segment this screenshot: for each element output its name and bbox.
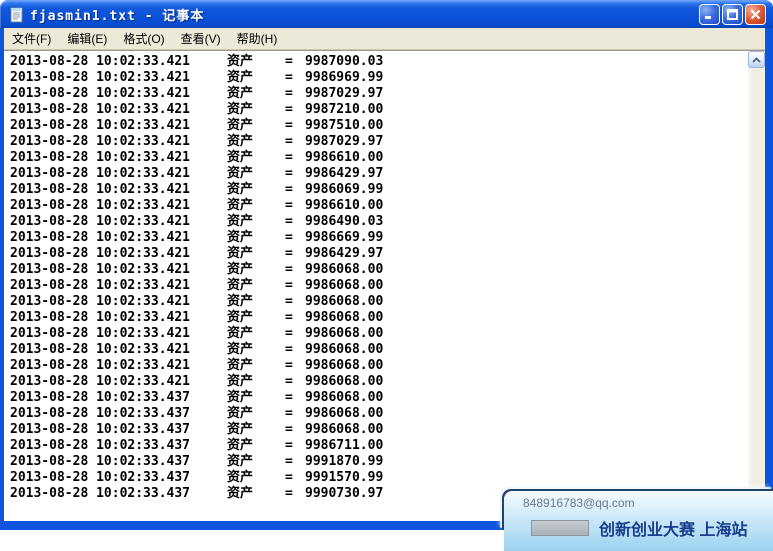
log-line: 2013-08-28 10:02:33.421 资产 = 9986669.99 xyxy=(10,230,384,245)
log-line: 2013-08-28 10:02:33.421 资产 = 9986068.00 xyxy=(10,342,384,357)
close-button[interactable] xyxy=(745,3,766,25)
notification-popup-inner: 848916783@qq.com 创新创业大赛 上海站 xyxy=(504,491,773,551)
title-bar[interactable]: fjasmin1.txt - 记事本 xyxy=(0,0,773,28)
log-line: 2013-08-28 10:02:33.421 资产 = 9987029.97 xyxy=(10,86,384,101)
log-line: 2013-08-28 10:02:33.421 资产 = 9986068.00 xyxy=(10,278,384,293)
log-line: 2013-08-28 10:02:33.421 资产 = 9987210.00 xyxy=(10,102,384,117)
popup-title-text: 创新创业大赛 上海站 xyxy=(599,522,748,539)
log-line: 2013-08-28 10:02:33.421 资产 = 9986068.00 xyxy=(10,294,384,309)
log-line: 2013-08-28 10:02:33.421 资产 = 9986429.97 xyxy=(10,246,384,261)
log-line: 2013-08-28 10:02:33.421 资产 = 9986490.03 xyxy=(10,214,384,229)
chevron-up-icon xyxy=(752,56,761,63)
notepad-icon xyxy=(10,7,23,22)
popup-logo-image xyxy=(531,520,589,536)
log-line: 2013-08-28 10:02:33.437 资产 = 9991570.99 xyxy=(10,470,384,485)
popup-body: 创新创业大赛 上海站 xyxy=(531,516,773,540)
log-line: 2013-08-28 10:02:33.421 资产 = 9987090.03 xyxy=(10,54,384,69)
log-line: 2013-08-28 10:02:33.437 资产 = 9986068.00 xyxy=(10,422,384,437)
menu-help[interactable]: 帮助(H) xyxy=(229,28,286,49)
notification-popup[interactable]: 848916783@qq.com 创新创业大赛 上海站 xyxy=(502,489,773,551)
log-line: 2013-08-28 10:02:33.437 资产 = 9986711.00 xyxy=(10,438,384,453)
log-line: 2013-08-28 10:02:33.421 资产 = 9986429.97 xyxy=(10,166,384,181)
text-editor-area[interactable]: 2013-08-28 10:02:33.421 资产 = 9987090.03 2013… xyxy=(4,51,748,521)
log-line: 2013-08-28 10:02:33.421 资产 = 9986068.00 xyxy=(10,262,384,277)
log-line: 2013-08-28 10:02:33.421 资产 = 9986610.00 xyxy=(10,198,384,213)
log-line: 2013-08-28 10:02:33.421 资产 = 9986069.99 xyxy=(10,182,384,197)
log-line: 2013-08-28 10:02:33.421 资产 = 9986610.00 xyxy=(10,150,384,165)
maximize-icon xyxy=(727,8,738,20)
log-line: 2013-08-28 10:02:33.421 资产 = 9986068.00 xyxy=(10,358,384,373)
menu-view[interactable]: 查看(V) xyxy=(173,28,229,49)
menu-edit[interactable]: 编辑(E) xyxy=(59,28,115,49)
window-frame: 文件(F) 编辑(E) 格式(O) 查看(V) 帮助(H) 2013-08-28… xyxy=(4,28,765,521)
close-icon xyxy=(750,9,761,19)
minimize-icon xyxy=(705,15,711,19)
window-controls xyxy=(699,3,766,25)
window-title: fjasmin1.txt - 记事本 xyxy=(30,8,205,24)
log-line: 2013-08-28 10:02:33.421 资产 = 9987510.00 xyxy=(10,118,384,133)
popup-email-text: 848916783@qq.com xyxy=(523,496,635,510)
menu-file[interactable]: 文件(F) xyxy=(4,28,59,49)
client-area: 2013-08-28 10:02:33.421 资产 = 9987090.03 2013… xyxy=(4,50,765,521)
log-line: 2013-08-28 10:02:33.421 资产 = 9986969.99 xyxy=(10,70,384,85)
vertical-scrollbar[interactable] xyxy=(748,51,765,521)
log-line: 2013-08-28 10:02:33.437 资产 = 9986068.00 xyxy=(10,406,384,421)
scroll-up-button[interactable] xyxy=(748,51,765,68)
log-line: 2013-08-28 10:02:33.421 资产 = 9987029.97 xyxy=(10,134,384,149)
log-line: 2013-08-28 10:02:33.437 资产 = 9986068.00 xyxy=(10,390,384,405)
log-line: 2013-08-28 10:02:33.437 资产 = 9991870.99 xyxy=(10,454,384,469)
log-line: 2013-08-28 10:02:33.421 资产 = 9986068.00 xyxy=(10,374,384,389)
minimize-button[interactable] xyxy=(699,3,720,25)
maximize-button[interactable] xyxy=(722,3,743,25)
log-line: 2013-08-28 10:02:33.421 资产 = 9986068.00 xyxy=(10,326,384,341)
notepad-window: fjasmin1.txt - 记事本 文件(F) 编辑(E) 格式(O) 查看(… xyxy=(0,0,773,530)
menu-format[interactable]: 格式(O) xyxy=(115,28,172,49)
menu-bar: 文件(F) 编辑(E) 格式(O) 查看(V) 帮助(H) xyxy=(4,28,765,50)
log-line: 2013-08-28 10:02:33.421 资产 = 9986068.00 xyxy=(10,310,384,325)
